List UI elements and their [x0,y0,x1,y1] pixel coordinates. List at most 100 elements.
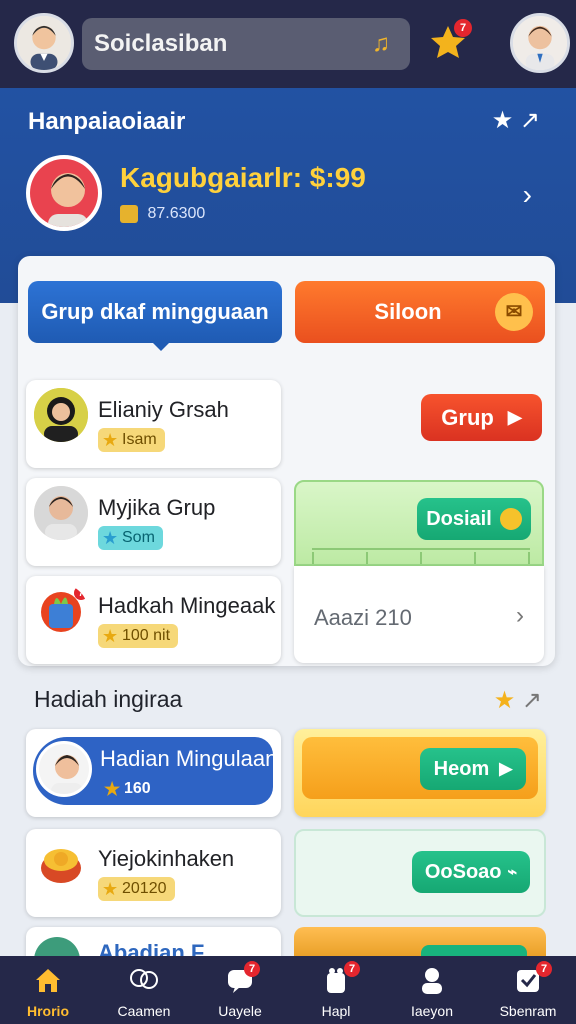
bottom-navigation: Hrorio Caamen 7 Uayele 7 Hapl Iaeyon 7 S… [0,956,576,1024]
weekly-group-tab[interactable]: Grup dkaf mingguaan [28,281,282,343]
list-card-2[interactable]: Myjika Grup ★ Som [26,478,281,566]
tick [312,552,314,564]
main-card: Grup dkaf mingguaan Siloon ✉ Elianiy Grs… [18,256,555,666]
nav-badge: 7 [244,961,260,977]
reward-avatar [36,741,92,797]
item-badge: 7 [74,586,88,600]
list-card-3[interactable]: 7 Hadkah Mingeaak ★ 100 nit [26,576,281,664]
nav-badge: 7 [536,961,552,977]
reward-title: Yiejokinhaken [98,846,235,871]
silon-label: Siloon [374,299,442,324]
coin-value: 87.6300 [147,205,206,223]
card-tag-text: Som [122,529,155,546]
reward-tag: ★ 20120 [98,877,175,901]
star-icon: ★ [102,528,119,548]
tick [474,552,476,564]
reward-title: Hadian Mingulaan [100,746,278,771]
coin-icon [499,508,522,530]
nav-label: Hapl [321,1003,351,1019]
user-icon [422,968,442,994]
tick [366,552,368,564]
progress-summary[interactable]: Aaazi 210 › [294,566,544,663]
group-button[interactable]: Grup ▶ [421,394,542,441]
star-icon: ★ [102,626,119,646]
reward-panel-orange [294,927,546,958]
nav-label: Sbenram [499,1003,557,1019]
silon-button[interactable]: Siloon ✉ [295,281,545,343]
tab-pointer [153,343,169,351]
member-avatar [34,486,88,540]
nav-label: Uayele [218,1003,262,1019]
nav-community[interactable]: Caamen [96,956,192,1024]
nav-label: Iaeyon [410,1003,454,1019]
detail-label: Dosiail [426,507,492,530]
right-avatar[interactable] [510,13,570,73]
share-icon[interactable]: ↗ [520,107,540,134]
tick [528,552,530,564]
community-icon [130,969,158,989]
coin-balance: 87.6300 [120,205,205,223]
card-tag-text: 100 nit [122,627,171,644]
search-text: Soiclasiban [94,30,228,57]
star-icon: ★ [104,779,121,799]
nav-badge: 7 [344,961,360,977]
nav-label: Caamen [117,1003,171,1019]
nav-messages[interactable]: 7 Uayele [192,956,288,1024]
card-tag: ★ Isam [98,428,165,452]
summary-text: Aaazi 210 [314,605,412,630]
list-card-1[interactable]: Elianiy Grsah ★ Isam [26,380,281,468]
home-button[interactable]: Heom ▶ [420,748,526,790]
weekly-group-label: Grup dkaf mingguaan [41,299,269,324]
reward-tag-text: 160 [124,780,151,797]
share-icon[interactable]: ↗ [522,687,542,714]
favorite-icon[interactable]: ★ [492,107,514,134]
progress-panel: Dosiail [294,480,544,566]
chevron-right-icon[interactable]: › [516,602,524,630]
cart-icon: ⌁ [507,864,518,881]
section-title: Hadiah ingiraa [34,686,183,712]
reward-card-1[interactable]: Hadian Mingulaan ★ 160 [26,729,281,817]
card-tag-text: Isam [122,431,157,448]
chevron-right-icon[interactable]: › [523,179,532,211]
header-actions: ★ ↗ [492,106,540,135]
oosoao-button[interactable]: OoSoao ⌁ [412,851,530,893]
group-label: Grup [441,404,494,430]
reward-card-3[interactable]: Abadian F Garaon [26,927,281,958]
play-icon: ▶ [507,407,522,427]
card-tag: ★ Som [98,526,163,550]
detail-button[interactable]: Dosiail [417,498,531,540]
reward-card-2[interactable]: Yiejokinhaken ★ 20120 [26,829,281,917]
reward-tag: ★ 160 [100,777,159,801]
card-title: Myjika Grup [98,495,216,520]
home-label: Heom [433,757,490,780]
left-avatar[interactable] [14,13,74,73]
treasure-icon [34,837,88,891]
nav-label: Hrorio [27,1003,69,1019]
star-icon: ★ [102,430,119,450]
nav-profile[interactable]: Iaeyon [384,956,480,1024]
section-actions: ★ ↗ [494,686,542,715]
member-avatar [34,388,88,442]
search-bar[interactable]: Soiclasiban ♫ [82,18,410,70]
profile-name-price: Kagubgaiarlr: $:99 [120,162,366,193]
reward-tag-text: 20120 [122,880,167,897]
tick [420,552,422,564]
chat-icon: ✉ [495,293,533,331]
reward-panel-mint: OoSoao ⌁ [294,829,546,917]
card-title: Elianiy Grsah [98,397,229,422]
star-icon[interactable]: ★ [494,687,516,714]
coin-icon [120,205,138,223]
star-icon: ★ [102,879,119,899]
header-title: Hanpaiaoiaair [28,108,186,135]
profile-avatar[interactable] [26,155,102,231]
nav-shop[interactable]: 7 Hapl [288,956,384,1024]
nav-home[interactable]: Hrorio [0,956,96,1024]
bookmark-icon[interactable]: ♫ [372,30,400,58]
progress-ticks [312,548,530,564]
home-icon [36,969,60,992]
star-badge: 7 [454,19,472,37]
star-button[interactable]: 7 [430,19,472,62]
oosoao-label: OoSoao [424,860,502,883]
reward-panel-yellow: Heom ▶ [294,729,546,817]
nav-settings[interactable]: 7 Sbenram [480,956,576,1024]
